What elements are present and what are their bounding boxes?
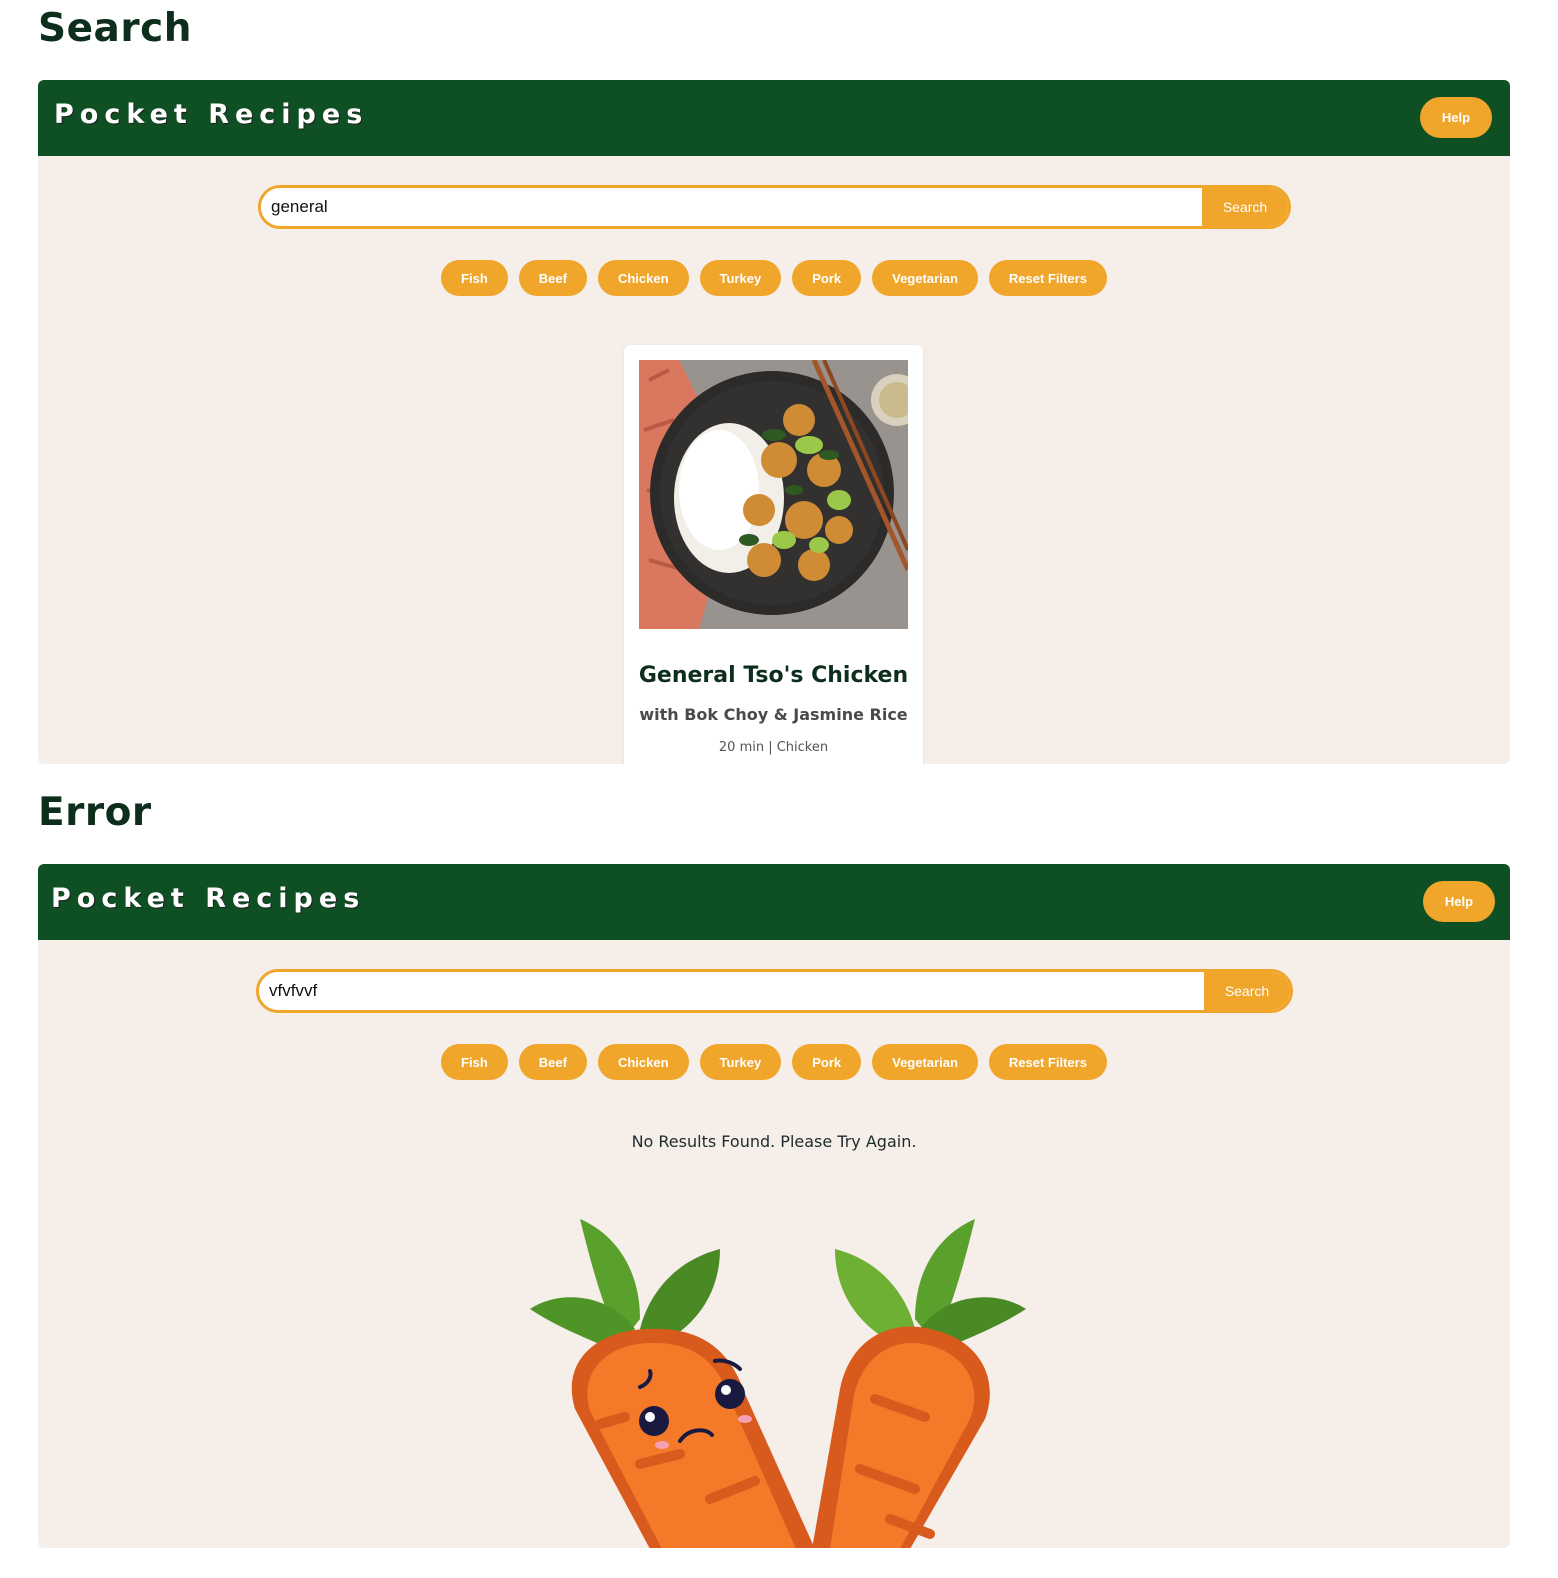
sad-carrots-illustration: [530, 1219, 1026, 1548]
error-view-panel: Pocket Recipes Help Search Fish Beef Chi…: [38, 864, 1510, 1548]
reset-filters-button[interactable]: Reset Filters: [988, 260, 1107, 296]
app-logo[interactable]: Pocket Recipes: [51, 883, 365, 914]
filter-beef-button[interactable]: Beef: [518, 260, 587, 296]
search-button[interactable]: Search: [1202, 188, 1288, 226]
filter-beef-button[interactable]: Beef: [518, 1044, 587, 1080]
app-header: Pocket Recipes Help: [38, 80, 1510, 156]
filter-chicken-button[interactable]: Chicken: [597, 260, 689, 296]
reset-filters-button[interactable]: Reset Filters: [988, 1044, 1107, 1080]
filter-turkey-button[interactable]: Turkey: [699, 260, 782, 296]
filter-turkey-button[interactable]: Turkey: [699, 1044, 782, 1080]
help-button[interactable]: Help: [1420, 97, 1492, 138]
search-input[interactable]: [261, 188, 1202, 226]
filter-pork-button[interactable]: Pork: [792, 260, 862, 296]
filter-vegetarian-button[interactable]: Vegetarian: [872, 260, 978, 296]
filter-fish-button[interactable]: Fish: [441, 1044, 508, 1080]
no-results-message: No Results Found. Please Try Again.: [631, 1132, 917, 1151]
filter-fish-button[interactable]: Fish: [441, 260, 508, 296]
search-bar: Search: [256, 969, 1293, 1013]
recipe-image: [639, 360, 908, 629]
search-bar: Search: [258, 185, 1291, 229]
app-logo[interactable]: Pocket Recipes: [54, 99, 368, 130]
app-header: Pocket Recipes Help: [38, 864, 1510, 940]
recipe-meta: 20 min | Chicken: [718, 740, 829, 755]
search-input[interactable]: [259, 972, 1204, 1010]
recipe-subtitle: with Bok Choy & Jasmine Rice: [639, 705, 908, 724]
filter-vegetarian-button[interactable]: Vegetarian: [872, 1044, 978, 1080]
help-button[interactable]: Help: [1423, 881, 1495, 922]
recipe-title[interactable]: General Tso's Chicken: [624, 663, 923, 688]
section-title-error: Error: [38, 790, 152, 835]
filter-pork-button[interactable]: Pork: [792, 1044, 862, 1080]
recipe-card[interactable]: General Tso's Chicken with Bok Choy & Ja…: [624, 345, 923, 764]
section-title-search: Search: [38, 6, 192, 51]
filter-bar: Fish Beef Chicken Turkey Pork Vegetarian…: [38, 1044, 1510, 1080]
search-button[interactable]: Search: [1204, 972, 1290, 1010]
filter-bar: Fish Beef Chicken Turkey Pork Vegetarian…: [38, 260, 1510, 296]
filter-chicken-button[interactable]: Chicken: [597, 1044, 689, 1080]
search-view-panel: Pocket Recipes Help Search Fish Beef Chi…: [38, 80, 1510, 764]
